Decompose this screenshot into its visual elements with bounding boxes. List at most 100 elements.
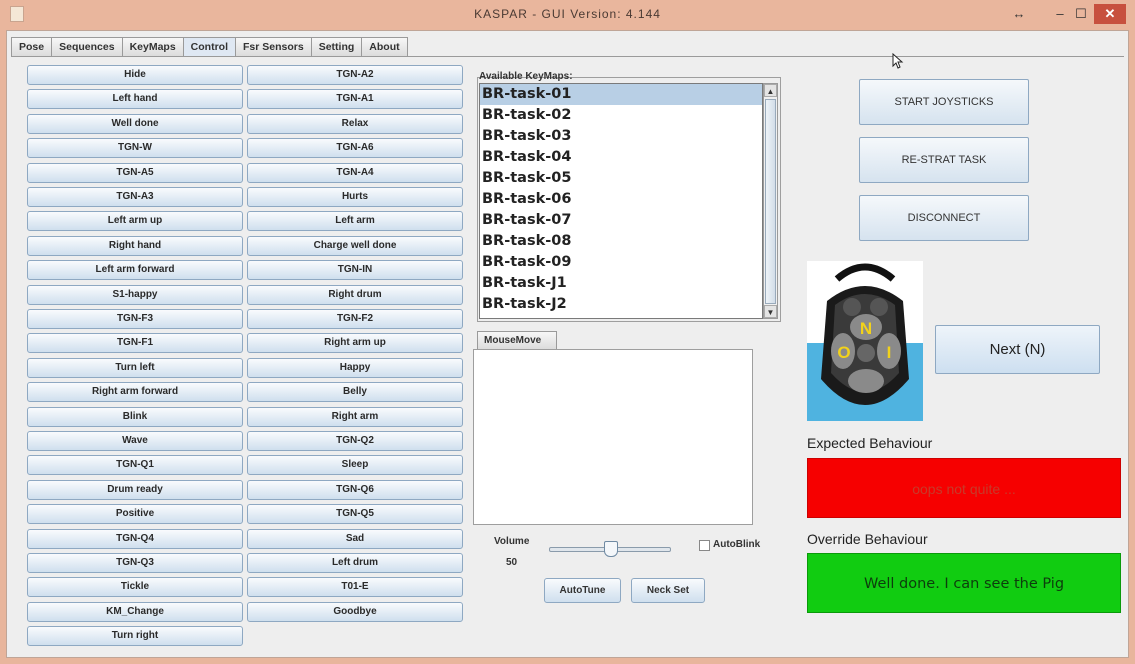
command-button[interactable]: Sad [247, 528, 463, 549]
command-button[interactable]: T01-E [247, 577, 463, 598]
volume-slider-thumb[interactable] [604, 541, 618, 557]
keymap-list-item[interactable]: BR-task-01 [480, 84, 762, 105]
command-button[interactable]: Belly [247, 382, 463, 403]
keymaps-scrollbar[interactable]: ▲ ▼ [763, 83, 778, 319]
keymaps-label: Available KeyMaps: [479, 71, 573, 82]
command-button[interactable]: Turn right [27, 626, 243, 647]
command-button[interactable]: TGN-A5 [27, 162, 243, 183]
disconnect-button[interactable]: DISCONNECT [859, 195, 1029, 241]
autoblink-label: AutoBlink [713, 539, 761, 550]
command-button[interactable]: KM_Change [27, 601, 243, 622]
autotune-button[interactable]: AutoTune [544, 578, 621, 603]
command-button[interactable]: Hurts [247, 187, 463, 207]
autoblink-checkbox[interactable] [699, 540, 710, 551]
command-button[interactable]: Right arm up [247, 333, 463, 354]
remote-key-n: N [860, 319, 872, 338]
remote-key-o: O [837, 343, 850, 362]
tab-pose[interactable]: Pose [11, 37, 53, 56]
expected-behaviour-label: Expected Behaviour [807, 435, 933, 451]
tab-bar: Pose Sequences KeyMaps Control Fsr Senso… [11, 37, 408, 56]
tab-about[interactable]: About [361, 37, 408, 56]
maximize-button[interactable]: ☐ [1070, 4, 1092, 24]
tab-keymaps[interactable]: KeyMaps [121, 37, 184, 56]
command-button[interactable]: TGN-A4 [247, 162, 463, 183]
command-button[interactable]: Left arm forward [27, 260, 243, 281]
restart-task-button[interactable]: RE-STRAT TASK [859, 137, 1029, 183]
command-button[interactable]: Happy [247, 357, 463, 378]
mousemove-area[interactable] [473, 349, 753, 525]
keymap-list-item[interactable]: BR-task-04 [480, 147, 762, 168]
override-behaviour-display[interactable]: Well done. I can see the Pig [807, 553, 1121, 613]
command-button[interactable]: TGN-F2 [247, 309, 463, 329]
command-button[interactable]: TGN-Q5 [247, 504, 463, 525]
command-button[interactable]: Left hand [27, 89, 243, 110]
command-button[interactable]: TGN-F3 [27, 309, 243, 329]
command-button[interactable]: Turn left [27, 357, 243, 378]
tab-divider [11, 56, 1124, 57]
command-button[interactable]: TGN-W [27, 138, 243, 159]
remote-key-i: I [887, 343, 892, 362]
command-button[interactable]: Goodbye [247, 601, 463, 622]
start-joysticks-button[interactable]: START JOYSTICKS [859, 79, 1029, 125]
window-title: KASPAR - GUI Version: 4.144 [474, 7, 661, 21]
command-button[interactable]: TGN-Q3 [27, 553, 243, 573]
command-button[interactable]: Charge well done [247, 235, 463, 256]
command-button[interactable]: Right arm [247, 406, 463, 427]
remote-control-image: N O I [807, 261, 923, 421]
resize-arrows-icon[interactable]: ↔ [1008, 4, 1030, 24]
scroll-up-icon[interactable]: ▲ [764, 84, 777, 97]
keymap-list-item[interactable]: BR-task-09 [480, 252, 762, 273]
neck-set-button[interactable]: Neck Set [631, 578, 705, 603]
next-button[interactable]: Next (N) [935, 325, 1100, 374]
command-button[interactable]: Well done [27, 113, 243, 134]
command-button[interactable]: Left drum [247, 553, 463, 573]
scroll-down-icon[interactable]: ▼ [764, 305, 777, 318]
keymap-list-item[interactable]: BR-task-08 [480, 231, 762, 252]
keymap-list-item[interactable]: BR-task-05 [480, 168, 762, 189]
command-button[interactable]: Positive [27, 504, 243, 525]
tab-fsr-sensors[interactable]: Fsr Sensors [235, 37, 312, 56]
keymap-list-item[interactable]: BR-task-02 [480, 105, 762, 126]
command-button[interactable]: TGN-Q6 [247, 479, 463, 500]
command-button[interactable]: S1-happy [27, 284, 243, 305]
keymap-list-item[interactable]: BR-task-J2 [480, 294, 762, 315]
command-button[interactable]: TGN-A2 [247, 65, 463, 85]
command-button[interactable]: Left arm up [27, 211, 243, 232]
command-button[interactable]: TGN-A6 [247, 138, 463, 159]
command-button[interactable]: Hide [27, 65, 243, 85]
command-button[interactable]: Right hand [27, 235, 243, 256]
command-button[interactable]: TGN-A1 [247, 89, 463, 110]
close-button[interactable]: ✕ [1094, 4, 1126, 24]
command-button[interactable]: TGN-IN [247, 260, 463, 281]
command-button[interactable]: Left arm [247, 211, 463, 232]
volume-value: 50 [506, 557, 518, 568]
keymaps-list[interactable]: BR-task-01 BR-task-02 BR-task-03 BR-task-04… [479, 83, 763, 319]
override-behaviour-label: Override Behaviour [807, 531, 928, 547]
command-button[interactable]: Right drum [247, 284, 463, 305]
command-button[interactable]: Sleep [247, 455, 463, 476]
command-button[interactable]: TGN-Q2 [247, 431, 463, 451]
tab-control[interactable]: Control [182, 37, 236, 56]
command-button[interactable]: Relax [247, 113, 463, 134]
keymap-list-item[interactable]: BR-task-07 [480, 210, 762, 231]
command-button[interactable]: Tickle [27, 577, 243, 598]
tab-sequences[interactable]: Sequences [51, 37, 123, 56]
command-button[interactable]: Blink [27, 406, 243, 427]
keymap-list-item[interactable]: BR-task-03 [480, 126, 762, 147]
command-button[interactable]: TGN-Q4 [27, 528, 243, 549]
command-button[interactable]: TGN-F1 [27, 333, 243, 354]
minimize-button[interactable]: – [1049, 4, 1071, 24]
command-button[interactable]: Wave [27, 431, 243, 451]
command-button[interactable]: TGN-Q1 [27, 455, 243, 476]
mousemove-tab[interactable]: MouseMove [477, 331, 557, 349]
keymap-list-item[interactable]: BR-task-06 [480, 189, 762, 210]
command-button[interactable]: Drum ready [27, 479, 243, 500]
keymap-list-item[interactable]: BR-task-J1 [480, 273, 762, 294]
scrollbar-thumb[interactable] [765, 99, 776, 304]
volume-label: Volume [494, 536, 530, 547]
main-window: Pose Sequences KeyMaps Control Fsr Senso… [6, 30, 1129, 658]
command-button[interactable]: TGN-A3 [27, 187, 243, 207]
tab-setting[interactable]: Setting [310, 37, 363, 56]
mouse-pointer-icon [892, 53, 904, 69]
command-button[interactable]: Right arm forward [27, 382, 243, 403]
